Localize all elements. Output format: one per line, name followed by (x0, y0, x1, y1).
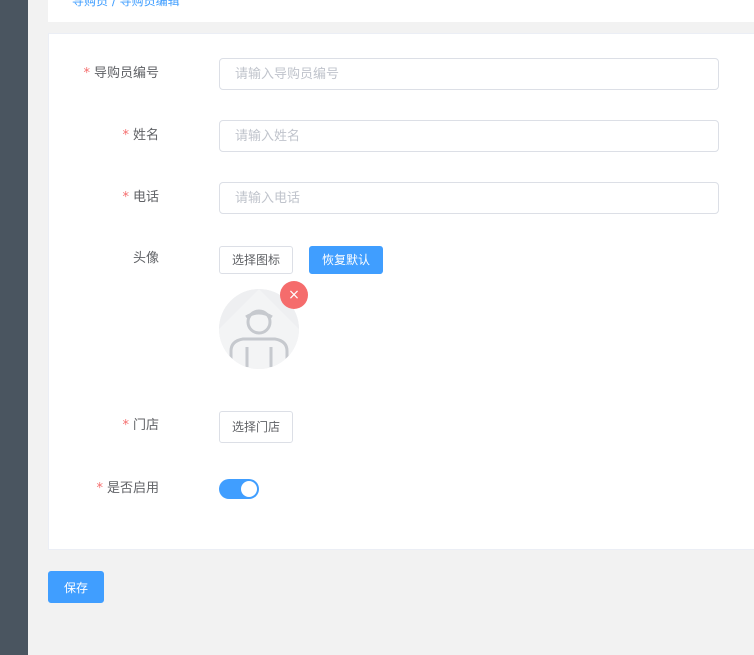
avatar-label: 头像 (48, 243, 159, 275)
enabled-label-text: 是否启用 (106, 481, 159, 496)
store-label: * 门店 (48, 410, 159, 442)
breadcrumb[interactable]: 导购员 / 导购员编辑 (72, 0, 180, 9)
breadcrumb-card: 导购员 / 导购员编辑 (48, 0, 754, 22)
required-mark: * (122, 418, 129, 433)
name-input[interactable] (219, 120, 719, 152)
guide-no-label-text: 导购员编号 (93, 66, 159, 81)
choose-icon-button[interactable]: 选择图标 (219, 246, 294, 274)
required-mark: * (96, 481, 103, 496)
choose-store-button[interactable]: 选择门店 (219, 411, 294, 443)
required-mark: * (122, 128, 129, 143)
phone-label-text: 电话 (132, 190, 159, 205)
required-mark: * (122, 190, 129, 205)
avatar-label-text: 头像 (132, 251, 159, 266)
enabled-switch[interactable] (219, 479, 259, 499)
enabled-label: * 是否启用 (48, 473, 159, 505)
guide-no-input[interactable] (219, 58, 719, 90)
close-icon[interactable]: × (280, 281, 308, 309)
required-mark: * (83, 66, 90, 81)
phone-input[interactable] (219, 182, 719, 214)
name-label: * 姓名 (48, 120, 159, 152)
save-button[interactable]: 保存 (48, 571, 104, 603)
switch-knob (241, 481, 257, 497)
guide-no-label: * 导购员编号 (48, 58, 159, 90)
reset-default-button[interactable]: 恢复默认 (309, 246, 384, 274)
sidebar (0, 0, 28, 655)
phone-label: * 电话 (48, 182, 159, 214)
name-label-text: 姓名 (132, 128, 159, 143)
store-label-text: 门店 (132, 418, 159, 433)
